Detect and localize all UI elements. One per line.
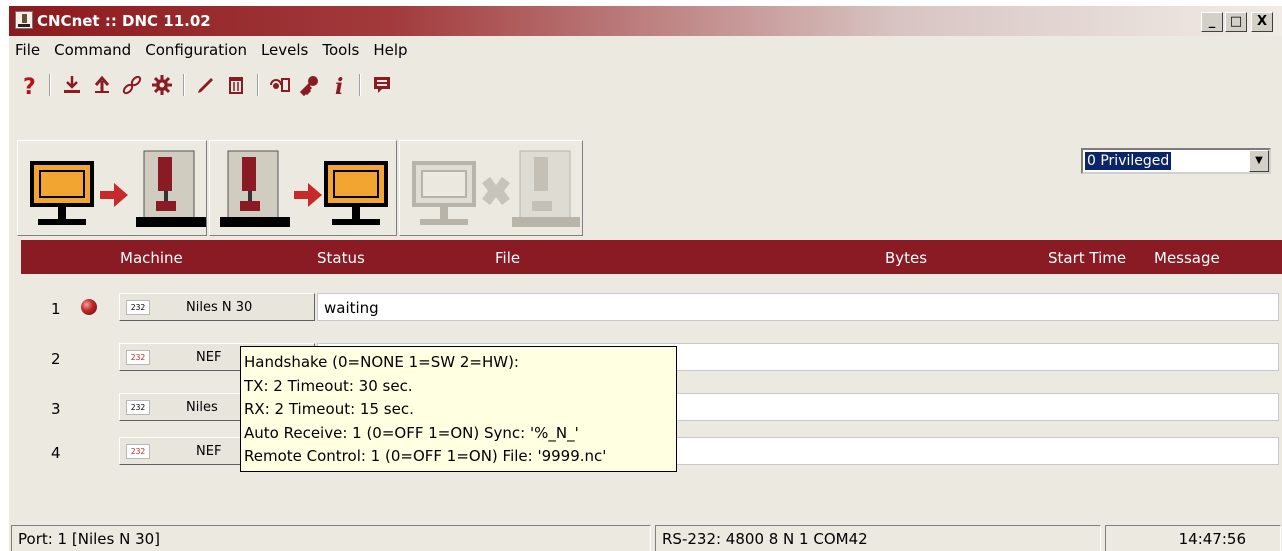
menu-levels[interactable]: Levels (261, 41, 308, 59)
menu-file[interactable]: File (15, 41, 40, 59)
row-number: 4 (51, 444, 61, 462)
key-icon[interactable] (297, 72, 323, 98)
machine-name: NEF (196, 444, 222, 459)
header-machine[interactable]: Machine (120, 249, 183, 267)
machine-config-tooltip: Handshake (0=NONE 1=SW 2=HW): TX: 2 Time… (240, 346, 677, 472)
tooltip-line: Auto Receive: 1 (0=OFF 1=ON) Sync: '%_N_… (244, 423, 579, 442)
menu-help[interactable]: Help (373, 41, 407, 59)
title-bar[interactable]: CNCnet :: DNC 11.02 _ □ X (9, 6, 1282, 36)
tooltip-line: RX: 2 Timeout: 15 sec. (244, 400, 414, 418)
pencil-icon[interactable] (193, 72, 219, 98)
machine-name: Niles N 30 (186, 300, 253, 315)
status-led-icon (81, 299, 97, 315)
dropdown-arrow-icon[interactable]: ▼ (1249, 150, 1269, 172)
tooltip-line: TX: 2 Timeout: 30 sec. (244, 376, 413, 395)
rs232-tag: 232 (126, 444, 150, 459)
machine-name: NEF (196, 350, 222, 365)
svg-text:?: ? (23, 75, 36, 97)
menu-configuration[interactable]: Configuration (145, 41, 247, 59)
receive-machine-to-pc-button[interactable] (209, 140, 397, 236)
table-row[interactable]: 1 232 Niles N 30 waiting (9, 292, 1282, 322)
app-window: CNCnet :: DNC 11.02 _ □ X File Command C… (8, 6, 1282, 551)
header-message[interactable]: Message (1154, 249, 1220, 267)
send-pc-to-machine-button[interactable] (17, 140, 207, 236)
status-text: waiting (324, 299, 379, 317)
toolbar-separator (257, 74, 259, 96)
table-header: Machine Status File Bytes Start Time Mes… (21, 240, 1282, 274)
upload-icon[interactable] (89, 72, 115, 98)
row-number: 1 (51, 300, 61, 318)
message-icon[interactable] (369, 72, 395, 98)
machine-monitor-icon[interactable] (267, 72, 293, 98)
toolbar: ? i (9, 66, 1282, 104)
download-icon[interactable] (59, 72, 85, 98)
privilege-select[interactable]: 0 Privileged ▼ (1081, 148, 1271, 174)
status-bar: Port: 1 [Niles N 30] RS-232: 4800 8 N 1 … (9, 522, 1282, 551)
rs232-tag: 232 (126, 300, 150, 315)
toolbar-separator (183, 74, 185, 96)
toolbar-separator (49, 74, 51, 96)
header-status[interactable]: Status (317, 249, 365, 267)
tooltip-line: Remote Control: 1 (0=OFF 1=ON) File: '99… (244, 447, 607, 465)
port-status: Port: 1 [Niles N 30] (11, 525, 651, 551)
maximize-button[interactable]: □ (1225, 12, 1247, 32)
machine-button[interactable]: 232 Niles N 30 (119, 293, 315, 321)
minimize-button[interactable]: _ (1201, 12, 1223, 32)
cancel-transfer-button[interactable] (399, 140, 583, 236)
machine-name: Niles (186, 400, 218, 415)
rs232-tag: 232 (126, 350, 150, 365)
trash-icon[interactable] (223, 72, 249, 98)
header-file[interactable]: File (495, 249, 520, 267)
help-icon[interactable]: ? (17, 72, 43, 98)
row-number: 2 (51, 350, 61, 368)
tooltip-line: Handshake (0=NONE 1=SW 2=HW): (244, 353, 519, 371)
privilege-selected-value: 0 Privileged (1085, 152, 1172, 170)
link-icon[interactable] (119, 72, 145, 98)
row-number: 3 (51, 400, 61, 418)
menu-tools[interactable]: Tools (322, 41, 359, 59)
rs232-tag: 232 (126, 400, 150, 415)
header-start-time[interactable]: Start Time (1048, 249, 1126, 267)
close-button[interactable]: X (1251, 12, 1273, 32)
menu-command[interactable]: Command (54, 41, 131, 59)
clock-status: 14:47:56 (1105, 525, 1281, 551)
status-field: waiting (317, 293, 1279, 321)
app-logo-icon[interactable] (15, 11, 33, 29)
info-icon[interactable]: i (327, 72, 353, 98)
settings-gear-icon[interactable] (149, 72, 175, 98)
window-title: CNCnet :: DNC 11.02 (37, 12, 211, 30)
serial-settings-status: RS-232: 4800 8 N 1 COM42 (655, 525, 1101, 551)
header-bytes[interactable]: Bytes (885, 249, 927, 267)
svg-text:i: i (335, 74, 343, 97)
toolbar-separator (359, 74, 361, 96)
menu-bar: File Command Configuration Levels Tools … (9, 36, 1282, 64)
